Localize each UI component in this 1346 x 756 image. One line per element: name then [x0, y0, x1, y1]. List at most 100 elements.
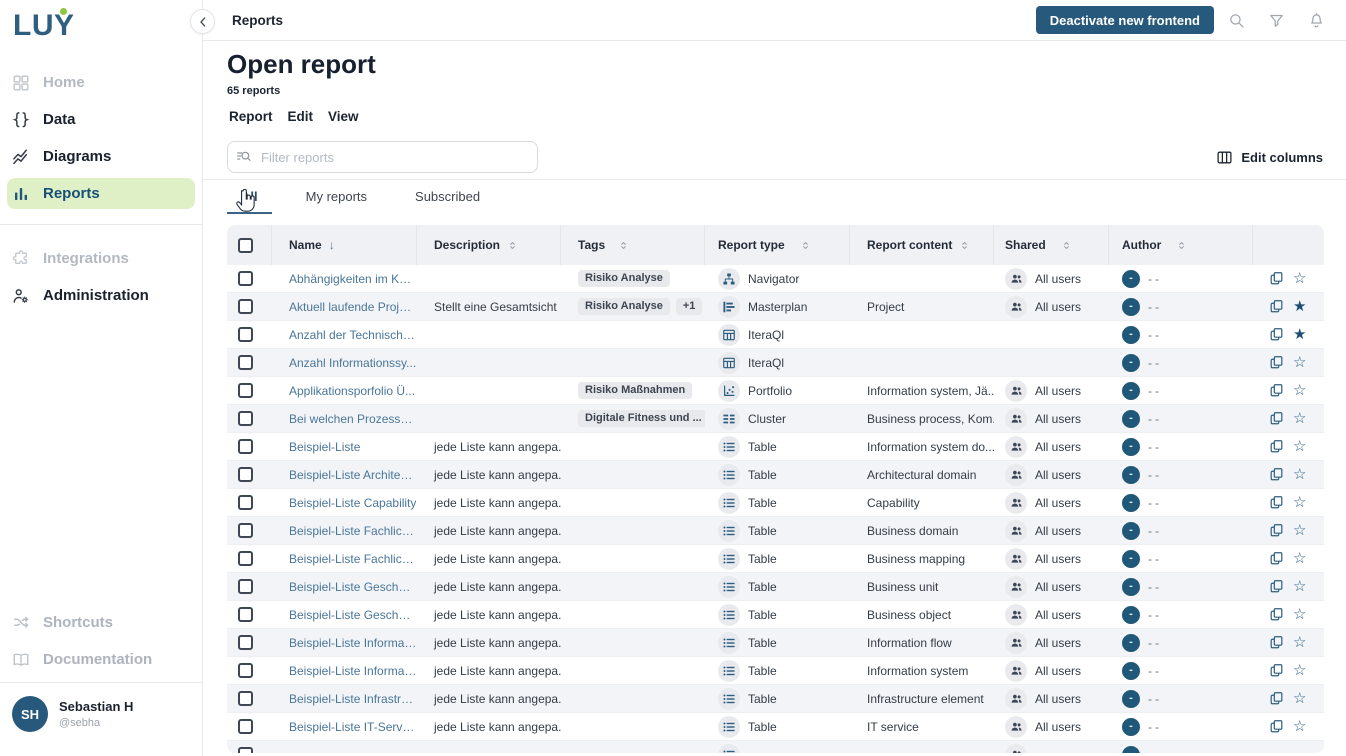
row-checkbox[interactable] [238, 607, 253, 622]
table-row[interactable]: Aktuell laufende Projek... Stellt eine G… [227, 293, 1324, 321]
favorite-star-icon[interactable]: ☆ [1293, 607, 1306, 622]
table-row[interactable]: Anzahl der Technische... IteraQl - -- ★ [227, 321, 1324, 349]
sidebar-item-home[interactable]: Home [0, 64, 202, 101]
table-row[interactable]: Beispiel-Liste Capability jede Liste kan… [227, 489, 1324, 517]
row-checkbox[interactable] [238, 327, 253, 342]
table-row[interactable]: Abhängigkeiten im Kon... Risiko Analyse … [227, 265, 1324, 293]
row-checkbox[interactable] [238, 523, 253, 538]
row-checkbox[interactable] [238, 299, 253, 314]
tab-subscribed[interactable]: Subscribed [401, 180, 494, 214]
table-row[interactable]: Beispiel-Liste Fachlich... jede Liste ka… [227, 545, 1324, 573]
table-row[interactable]: Applikationsporfolio Ü... Risiko Maßnahm… [227, 377, 1324, 405]
menu-edit[interactable]: Edit [286, 109, 316, 125]
favorite-star-icon[interactable]: ☆ [1293, 719, 1306, 734]
column-header-report-content[interactable]: Report content [850, 225, 994, 265]
copy-report-icon[interactable] [1269, 635, 1284, 650]
column-header-report-type[interactable]: Report type [705, 225, 850, 265]
report-name-link[interactable]: Beispiel-Liste Fachlich... [289, 552, 417, 566]
favorite-star-icon[interactable]: ☆ [1293, 467, 1306, 482]
favorite-star-icon[interactable]: ☆ [1293, 411, 1306, 426]
menu-report[interactable]: Report [227, 109, 275, 125]
favorite-star-icon[interactable]: ☆ [1293, 635, 1306, 650]
table-row[interactable]: Beispiel-Liste Architekt... jede Liste k… [227, 461, 1324, 489]
report-name-link[interactable]: Beispiel-Liste Infrastru... [289, 692, 417, 706]
copy-report-icon[interactable] [1269, 495, 1284, 510]
edit-columns-button[interactable]: Edit columns [1216, 149, 1323, 166]
row-checkbox[interactable] [238, 355, 253, 370]
sidebar-item-diagrams[interactable]: Diagrams [0, 138, 202, 175]
row-checkbox[interactable] [238, 691, 253, 706]
report-name-link[interactable]: Anzahl Informationssy... [289, 356, 416, 370]
copy-report-icon[interactable] [1269, 607, 1284, 622]
table-row[interactable]: Beispiel-Liste Infrastru... jede Liste k… [227, 685, 1324, 713]
table-row[interactable]: - [227, 741, 1324, 753]
report-name-link[interactable]: Beispiel-Liste Fachlich... [289, 524, 417, 538]
report-name-link[interactable]: Abhängigkeiten im Kon... [289, 272, 417, 286]
user-profile[interactable]: SH Sebastian H @sebha [0, 682, 202, 756]
column-header-shared[interactable]: Shared [994, 225, 1109, 265]
copy-report-icon[interactable] [1269, 691, 1284, 706]
report-name-link[interactable]: Anzahl der Technische... [289, 328, 417, 342]
row-checkbox[interactable] [238, 747, 253, 753]
copy-report-icon[interactable] [1269, 439, 1284, 454]
row-checkbox[interactable] [238, 495, 253, 510]
table-row[interactable]: Beispiel-Liste IT-Servic... jede Liste k… [227, 713, 1324, 741]
favorite-star-icon[interactable]: ☆ [1293, 523, 1306, 538]
table-row[interactable]: Beispiel-Liste Informati... jede Liste k… [227, 629, 1324, 657]
sidebar-item-administration[interactable]: Administration [0, 277, 202, 314]
column-header-description[interactable]: Description [417, 225, 561, 265]
copy-report-icon[interactable] [1269, 579, 1284, 594]
copy-report-icon[interactable] [1269, 271, 1284, 286]
favorite-star-icon[interactable]: ☆ [1293, 663, 1306, 678]
table-row[interactable]: Beispiel-Liste jede Liste kann angepa...… [227, 433, 1324, 461]
copy-report-icon[interactable] [1269, 299, 1284, 314]
sidebar-item-reports[interactable]: Reports [7, 178, 195, 209]
column-header-author[interactable]: Author [1109, 225, 1253, 265]
favorite-star-icon[interactable]: ☆ [1293, 383, 1306, 398]
report-name-link[interactable]: Beispiel-Liste Architekt... [289, 468, 417, 482]
sidebar-collapse-button[interactable] [190, 9, 215, 34]
filter-icon[interactable] [1268, 12, 1285, 29]
menu-view[interactable]: View [326, 109, 361, 125]
report-name-link[interactable]: Beispiel-Liste Geschäft... [289, 580, 417, 594]
report-name-link[interactable]: Aktuell laufende Projek... [289, 300, 417, 314]
tab-all[interactable]: All [227, 180, 272, 214]
sidebar-item-data[interactable]: Data [0, 101, 202, 138]
tab-my-reports[interactable]: My reports [292, 180, 381, 214]
report-name-link[interactable]: Beispiel-Liste IT-Servic... [289, 720, 417, 734]
copy-report-icon[interactable] [1269, 719, 1284, 734]
favorite-star-icon[interactable]: ☆ [1293, 579, 1306, 594]
row-checkbox[interactable] [238, 439, 253, 454]
sidebar-item-shortcuts[interactable]: Shortcuts [0, 604, 202, 641]
report-name-link[interactable]: Beispiel-Liste Informati... [289, 664, 417, 678]
row-checkbox[interactable] [238, 635, 253, 650]
report-name-link[interactable]: Beispiel-Liste Geschäft... [289, 608, 417, 622]
favorite-star-icon[interactable]: ★ [1293, 299, 1306, 314]
copy-report-icon[interactable] [1269, 551, 1284, 566]
table-row[interactable]: Anzahl Informationssy... IteraQl - -- ☆ [227, 349, 1324, 377]
favorite-star-icon[interactable]: ☆ [1293, 439, 1306, 454]
filter-reports-input[interactable] [227, 141, 538, 173]
table-row[interactable]: Bei welchen Prozessen... Digitale Fitnes… [227, 405, 1324, 433]
table-row[interactable]: Beispiel-Liste Geschäft... jede Liste ka… [227, 601, 1324, 629]
table-row[interactable]: Beispiel-Liste Informati... jede Liste k… [227, 657, 1324, 685]
copy-report-icon[interactable] [1269, 383, 1284, 398]
favorite-star-icon[interactable]: ☆ [1293, 495, 1306, 510]
column-header-tags[interactable]: Tags [561, 225, 705, 265]
copy-report-icon[interactable] [1269, 467, 1284, 482]
favorite-star-icon[interactable]: ☆ [1293, 551, 1306, 566]
sidebar-item-documentation[interactable]: Documentation [0, 641, 202, 678]
row-checkbox[interactable] [238, 271, 253, 286]
row-checkbox[interactable] [238, 663, 253, 678]
copy-report-icon[interactable] [1269, 355, 1284, 370]
report-name-link[interactable]: Beispiel-Liste [289, 440, 360, 454]
row-checkbox[interactable] [238, 467, 253, 482]
row-checkbox[interactable] [238, 579, 253, 594]
report-name-link[interactable]: Bei welchen Prozessen... [289, 412, 417, 426]
row-checkbox[interactable] [238, 719, 253, 734]
favorite-star-icon[interactable]: ☆ [1293, 691, 1306, 706]
search-icon[interactable] [1228, 12, 1245, 29]
deactivate-new-frontend-button[interactable]: Deactivate new frontend [1036, 6, 1214, 34]
copy-report-icon[interactable] [1269, 663, 1284, 678]
copy-report-icon[interactable] [1269, 523, 1284, 538]
